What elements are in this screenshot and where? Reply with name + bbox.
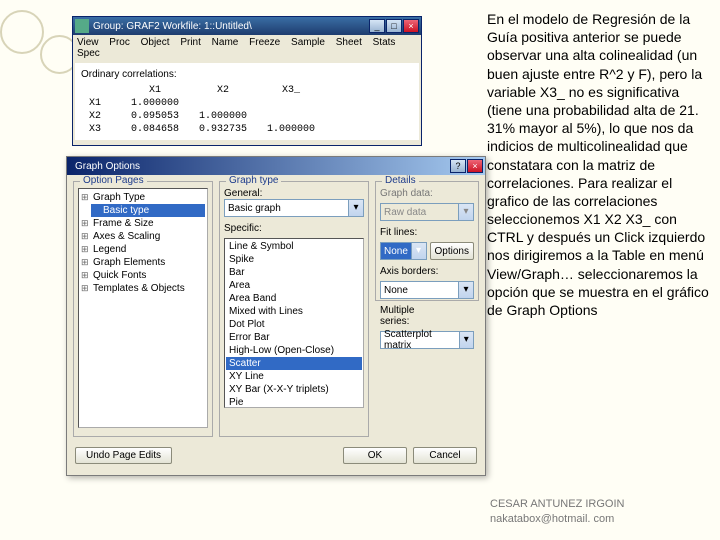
option-pages-legend: Option Pages — [80, 175, 147, 186]
cancel-button[interactable]: Cancel — [413, 447, 477, 464]
app-icon — [75, 19, 89, 33]
option-pages-tree[interactable]: Graph Type Basic type Frame & Size Axes … — [78, 188, 208, 428]
specific-label: Specific: — [224, 223, 364, 234]
tree-item-axes-scaling[interactable]: Axes & Scaling — [81, 230, 205, 243]
fit-lines-value: None — [384, 246, 408, 257]
correlation-table: X1 X2 X3_ X1 1.000000 X2 0.095053 1.0000… — [79, 84, 325, 136]
row-label: X2 — [79, 110, 121, 123]
general-combo-value: Basic graph — [228, 203, 281, 214]
menu-view[interactable]: View — [77, 37, 99, 48]
gtype-bar[interactable]: Bar — [226, 266, 362, 279]
cell: 0.932735 — [189, 123, 257, 136]
graph-data-label: Graph data: — [380, 188, 440, 199]
graph-data-combo: Raw data — [380, 203, 474, 221]
minimize-button[interactable]: _ — [369, 19, 385, 33]
details-legend: Details — [382, 175, 419, 186]
gtype-error-bar[interactable]: Error Bar — [226, 331, 362, 344]
menu-name[interactable]: Name — [212, 37, 239, 48]
maximize-button[interactable]: □ — [386, 19, 402, 33]
general-combo[interactable]: Basic graph — [224, 199, 364, 217]
gtype-high-low[interactable]: High-Low (Open-Close) — [226, 344, 362, 357]
menu-sheet[interactable]: Sheet — [336, 37, 362, 48]
dialog-titlebar[interactable]: Graph Options ? × — [67, 157, 485, 175]
multiple-series-value: Scatterplot matrix — [384, 329, 459, 351]
details-fieldset: Details Graph data: Raw data Fit lines: … — [375, 181, 479, 301]
gtype-scatter[interactable]: Scatter — [226, 357, 362, 370]
undo-page-edits-button[interactable]: Undo Page Edits — [75, 447, 172, 464]
gtype-area[interactable]: Area — [226, 279, 362, 292]
graph-data-value: Raw data — [384, 207, 426, 218]
col-header: X2 — [189, 84, 257, 97]
group-window: Group: GRAF2 Workfile: 1::Untitled\ _ □ … — [72, 16, 422, 146]
correlation-label: Ordinary correlations: — [79, 67, 415, 84]
cell — [257, 110, 325, 123]
group-menubar: View Proc Object Print Name Freeze Sampl… — [73, 35, 421, 61]
cell: 1.000000 — [121, 97, 189, 110]
tree-item-templates[interactable]: Templates & Objects — [81, 282, 205, 295]
ok-button[interactable]: OK — [343, 447, 407, 464]
tree-item-legend[interactable]: Legend — [81, 243, 205, 256]
row-label: X1 — [79, 97, 121, 110]
footer-name: CESAR ANTUNEZ IRGOIN — [490, 497, 624, 511]
close-button[interactable]: × — [403, 19, 419, 33]
gtype-xy-bar[interactable]: XY Bar (X-X-Y triplets) — [226, 383, 362, 396]
axis-borders-label: Axis borders: — [380, 266, 440, 277]
gtype-dot-plot[interactable]: Dot Plot — [226, 318, 362, 331]
dialog-help-button[interactable]: ? — [450, 159, 466, 173]
menu-freeze[interactable]: Freeze — [249, 37, 280, 48]
tree-item-frame-size[interactable]: Frame & Size — [81, 217, 205, 230]
explanation-paragraph: En el modelo de Regresión de la Guía pos… — [487, 10, 712, 319]
multiple-series-label: Multiple series: — [380, 305, 440, 327]
dialog-title: Graph Options — [69, 161, 450, 172]
menu-spec[interactable]: Spec — [77, 48, 100, 59]
cell: 1.000000 — [257, 123, 325, 136]
tree-item-graph-elements[interactable]: Graph Elements — [81, 256, 205, 269]
footer-credits: CESAR ANTUNEZ IRGOIN nakatabox@hotmail. … — [490, 497, 624, 526]
gtype-spike[interactable]: Spike — [226, 253, 362, 266]
axis-borders-combo[interactable]: None — [380, 281, 474, 299]
group-titlebar[interactable]: Group: GRAF2 Workfile: 1::Untitled\ _ □ … — [73, 17, 421, 35]
dialog-close-button[interactable]: × — [467, 159, 483, 173]
menu-sample[interactable]: Sample — [291, 37, 325, 48]
tree-item-basic-type[interactable]: Basic type — [91, 204, 205, 217]
gtype-pie[interactable]: Pie — [226, 396, 362, 408]
menu-print[interactable]: Print — [180, 37, 201, 48]
tree-item-graph-type[interactable]: Graph Type — [81, 191, 205, 204]
gtype-area-band[interactable]: Area Band — [226, 292, 362, 305]
general-label: General: — [224, 188, 364, 199]
tree-item-quick-fonts[interactable]: Quick Fonts — [81, 269, 205, 282]
fit-lines-options-button[interactable]: Options — [430, 242, 474, 260]
col-header: X3_ — [257, 84, 325, 97]
graph-type-fieldset: Graph type General: Basic graph Specific… — [219, 181, 369, 437]
gtype-mixed[interactable]: Mixed with Lines — [226, 305, 362, 318]
gtype-xy-line[interactable]: XY Line — [226, 370, 362, 383]
specific-listbox[interactable]: Line & Symbol Spike Bar Area Area Band M… — [224, 238, 364, 408]
graph-options-dialog: Graph Options ? × Option Pages Graph Typ… — [66, 156, 486, 476]
fit-lines-combo[interactable]: None — [380, 242, 427, 260]
col-header: X1 — [121, 84, 189, 97]
cell — [189, 97, 257, 110]
group-title: Group: GRAF2 Workfile: 1::Untitled\ — [93, 21, 369, 32]
multiple-series-combo[interactable]: Scatterplot matrix — [380, 331, 474, 349]
footer-email: nakatabox@hotmail. com — [490, 512, 624, 526]
option-pages-fieldset: Option Pages Graph Type Basic type Frame… — [73, 181, 213, 437]
row-label: X3 — [79, 123, 121, 136]
cell: 0.095053 — [121, 110, 189, 123]
correlation-content: Ordinary correlations: X1 X2 X3_ X1 1.00… — [75, 63, 419, 140]
menu-object[interactable]: Object — [141, 37, 170, 48]
menu-stats[interactable]: Stats — [373, 37, 396, 48]
graph-type-legend: Graph type — [226, 175, 281, 186]
gtype-line-symbol[interactable]: Line & Symbol — [226, 240, 362, 253]
cell: 1.000000 — [189, 110, 257, 123]
axis-borders-value: None — [384, 285, 408, 296]
menu-proc[interactable]: Proc — [109, 37, 130, 48]
cell: 0.084658 — [121, 123, 189, 136]
cell — [257, 97, 325, 110]
fit-lines-label: Fit lines: — [380, 227, 440, 238]
